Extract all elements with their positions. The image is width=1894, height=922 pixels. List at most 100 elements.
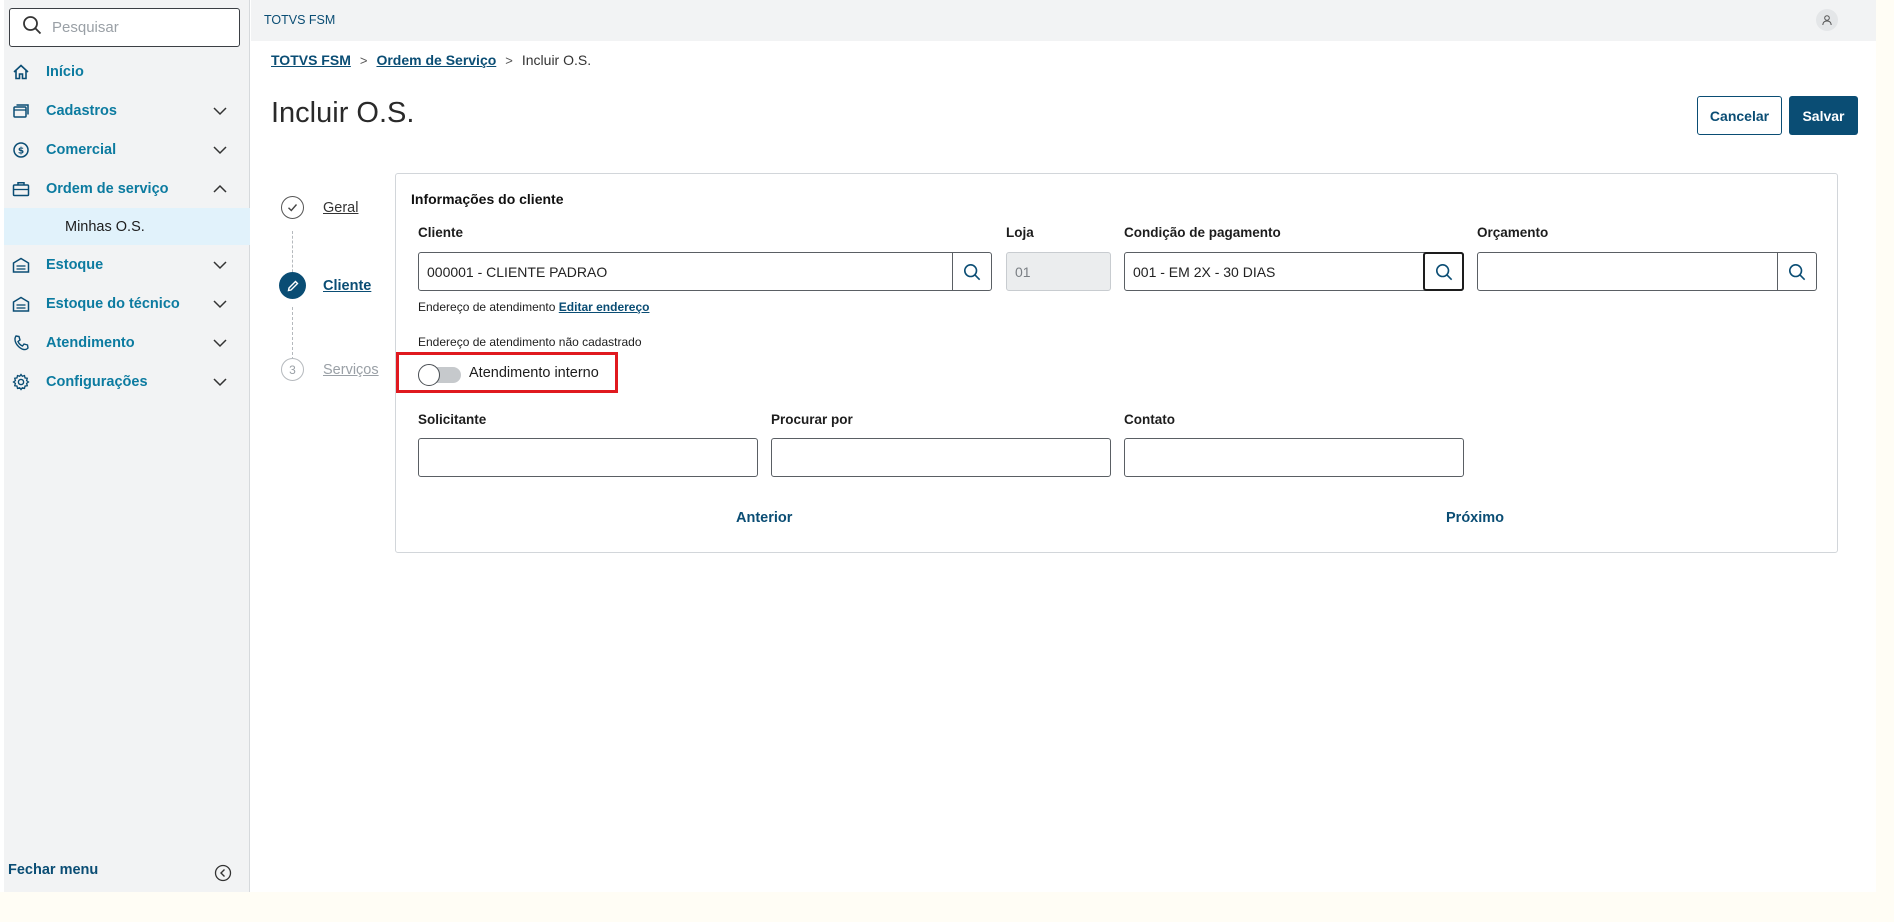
collapse-menu-icon[interactable] [214,864,232,882]
search-input[interactable] [52,19,232,36]
search-icon [1788,263,1806,280]
orcamento-input[interactable] [1478,253,1777,290]
client-info-card: Informações do cliente Cliente Loja Cond… [395,173,1838,553]
sidebar-item-estoque-tecnico[interactable]: Estoque do técnico [4,284,250,323]
cards-icon [10,100,32,122]
orcamento-search-button[interactable] [1777,253,1816,290]
sidebar: Início Cadastros $ Comercial Ordem de se… [4,0,250,892]
sidebar-item-label: Cadastros [46,102,117,119]
stepper: Geral Cliente 3 Serviços [270,196,390,396]
toggle-label: Atendimento interno [469,365,599,381]
warehouse-icon [10,293,32,315]
sidebar-item-cadastros[interactable]: Cadastros [4,91,250,130]
orcamento-label: Orçamento [1477,225,1549,240]
orcamento-field [1477,252,1817,291]
breadcrumb-separator-icon: > [505,52,513,68]
condicao-field [1124,252,1464,291]
search-box[interactable] [9,8,240,47]
sidebar-item-label: Estoque do técnico [46,295,180,312]
loja-field [1006,252,1196,291]
previous-button[interactable]: Anterior [736,510,792,526]
phone-icon [10,332,32,354]
chevron-down-icon[interactable] [212,257,228,273]
step-cliente[interactable]: Cliente [279,272,371,299]
sidebar-item-label: Configurações [46,373,148,390]
procurar-input[interactable] [772,439,1110,476]
svg-text:$: $ [18,146,24,156]
user-avatar[interactable] [1816,9,1838,31]
cliente-search-button[interactable] [952,253,991,290]
step-label[interactable]: Geral [323,200,358,216]
breadcrumb-parent-link[interactable]: Ordem de Serviço [376,52,496,68]
page-title: Incluir O.S. [271,97,415,129]
sidebar-item-ordem-servico[interactable]: Ordem de serviço [4,169,250,208]
cancel-button[interactable]: Cancelar [1697,96,1782,135]
gear-icon [10,371,32,393]
chevron-down-icon[interactable] [212,103,228,119]
chevron-up-icon[interactable] [212,181,228,197]
procurar-label: Procurar por [771,412,853,427]
section-title: Informações do cliente [411,191,564,207]
cliente-label: Cliente [418,225,464,240]
edit-icon [279,272,306,299]
sidebar-item-atendimento[interactable]: Atendimento [4,323,250,362]
contato-field [1124,438,1464,477]
step-geral[interactable]: Geral [281,196,358,219]
check-icon [281,196,304,219]
sidebar-item-label: Início [46,63,84,80]
chevron-down-icon[interactable] [212,296,228,312]
address-status: Endereço de atendimento não cadastrado [418,335,642,349]
home-icon [10,61,32,83]
procurar-field [771,438,1111,477]
breadcrumb: TOTVS FSM > Ordem de Serviço > Incluir O… [271,52,591,68]
condicao-input[interactable] [1125,253,1423,290]
address-text: Endereço de atendimento [418,300,556,314]
top-bar: TOTVS FSM [251,0,1876,41]
solicitante-input[interactable] [419,439,757,476]
breadcrumb-separator-icon: > [359,52,368,68]
sidebar-item-label: Atendimento [46,334,135,351]
sidebar-item-estoque[interactable]: Estoque [4,245,250,284]
sidebar-nav: Início Cadastros $ Comercial Ordem de se… [4,52,250,401]
cliente-field [418,252,992,291]
search-icon [22,15,42,40]
address-row: Endereço de atendimento Editar endereço [418,300,649,314]
chevron-down-icon[interactable] [212,374,228,390]
breadcrumb-current: Incluir O.S. [521,52,592,68]
user-icon [1822,15,1832,26]
search-icon [963,263,981,280]
sidebar-item-label: Estoque [46,256,104,273]
sidebar-item-comercial[interactable]: $ Comercial [4,130,250,169]
loja-label: Loja [1006,225,1034,240]
chevron-down-icon[interactable] [212,335,228,351]
breadcrumb-home-link[interactable]: TOTVS FSM [271,52,351,68]
save-button[interactable]: Salvar [1789,96,1858,135]
sidebar-subitem-minhas-os[interactable]: Minhas O.S. [4,208,250,245]
internal-service-toggle[interactable] [418,364,461,386]
next-button[interactable]: Próximo [1446,510,1504,526]
chevron-down-icon[interactable] [212,142,228,158]
warehouse-icon [10,254,32,276]
solicitante-label: Solicitante [418,412,487,427]
solicitante-field [418,438,758,477]
close-menu-button[interactable]: Fechar menu [8,862,98,878]
contato-input[interactable] [1125,439,1463,476]
step-number: 3 [281,358,304,381]
sidebar-item-configuracoes[interactable]: Configurações [4,362,250,401]
briefcase-icon [10,178,32,200]
sidebar-item-inicio[interactable]: Início [4,52,250,91]
step-servicos[interactable]: 3 Serviços [281,358,379,381]
step-label[interactable]: Serviços [323,362,379,378]
stepper-connector [292,231,293,277]
condicao-search-button[interactable] [1423,252,1464,291]
edit-address-link[interactable]: Editar endereço [559,300,650,314]
sidebar-subitem-label: Minhas O.S. [65,218,145,235]
toggle-knob [418,364,440,386]
step-label[interactable]: Cliente [323,278,371,294]
search-icon [1435,263,1452,280]
sidebar-item-label: Ordem de serviço [46,180,169,197]
cliente-input[interactable] [419,253,952,290]
app-window: Início Cadastros $ Comercial Ordem de se… [0,0,1876,892]
sidebar-item-label: Comercial [46,141,117,158]
money-icon: $ [10,139,32,161]
